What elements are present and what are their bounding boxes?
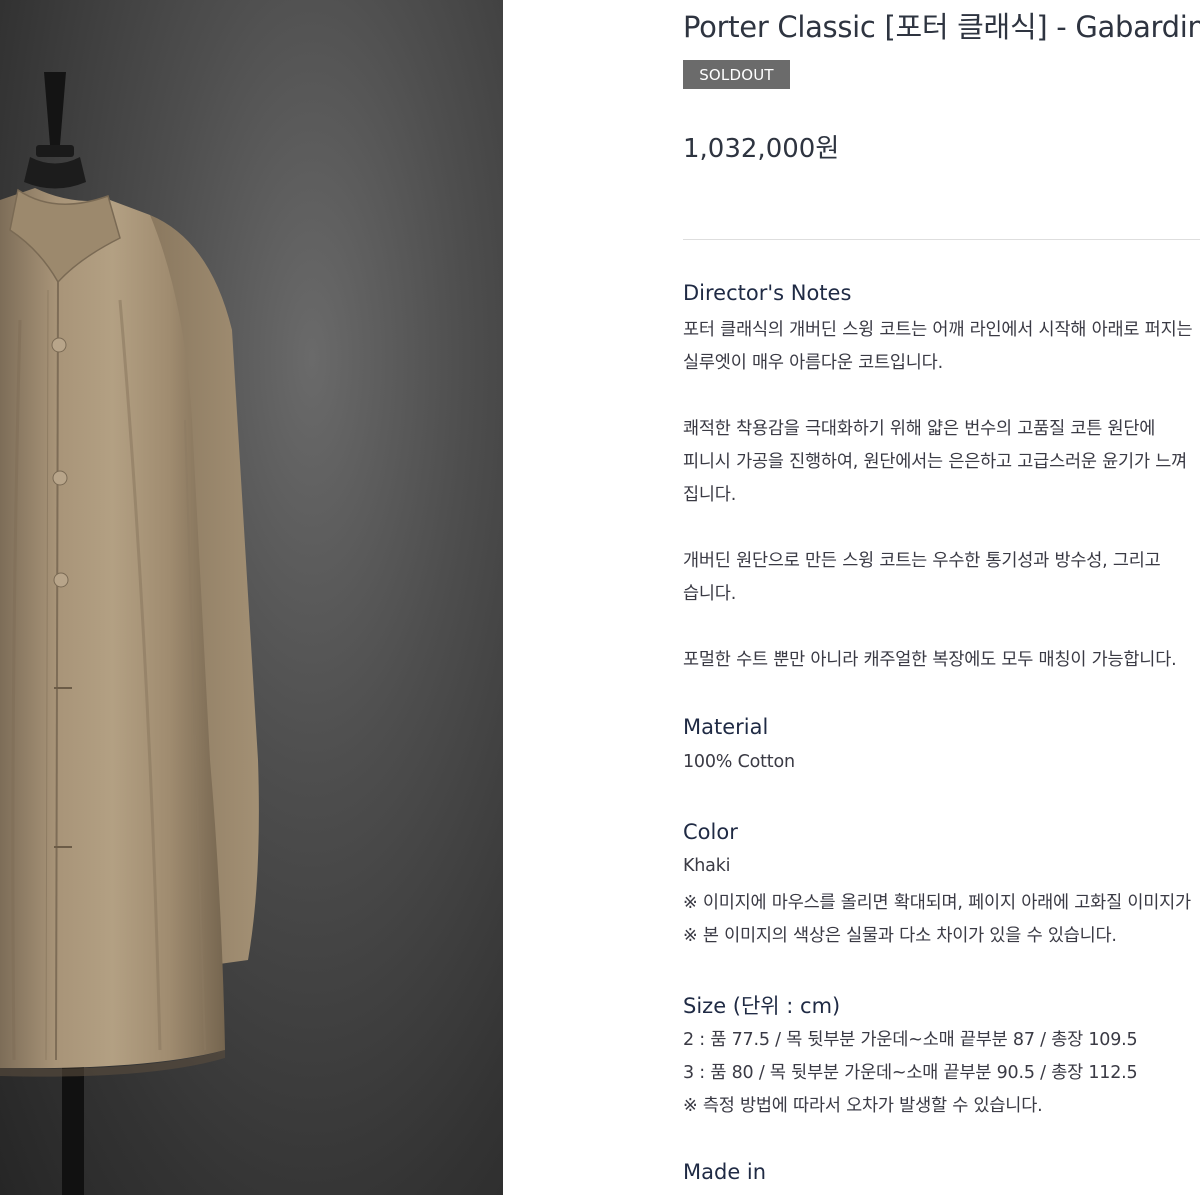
notes-line: 집니다. xyxy=(683,485,737,505)
color-note: ※ 본 이미지의 색상은 실물과 다소 차이가 있을 수 있습니다. xyxy=(683,926,1117,946)
material-heading: Material xyxy=(683,715,769,739)
coat-button xyxy=(51,337,67,353)
mannequin-pole xyxy=(62,1060,84,1195)
notes-line: 개버딘 원단으로 만든 스윙 코트는 우수한 통기성과 방수성, 그리고 xyxy=(683,551,1161,571)
coat-button xyxy=(52,470,68,486)
mannequin-neck xyxy=(24,157,86,189)
color-note: ※ 이미지에 마우스를 올리면 확대되며, 페이지 아래에 고화질 이미지가 xyxy=(683,893,1191,913)
notes-line: 피니시 가공을 진행하여, 원단에서는 은은하고 고급스러운 윤기가 느껴 xyxy=(683,452,1188,472)
mannequin-finial xyxy=(44,72,66,145)
product-image[interactable] xyxy=(0,0,503,1195)
color-value: Khaki xyxy=(683,856,731,876)
material-value: 100% Cotton xyxy=(683,752,795,772)
notes-line: 포멀한 수트 뿐만 아니라 캐주얼한 복장에도 모두 매칭이 가능합니다. xyxy=(683,650,1177,670)
soldout-badge: SOLDOUT xyxy=(683,60,790,89)
notes-line: 포터 클래식의 개버딘 스윙 코트는 어깨 라인에서 시작해 아래로 퍼지는 xyxy=(683,320,1193,340)
divider xyxy=(683,239,1200,240)
product-info: Porter Classic [포터 클래식] - Gabardine Swin… xyxy=(683,0,1200,1200)
notes-line: 습니다. xyxy=(683,584,737,604)
directors-notes-heading: Director's Notes xyxy=(683,281,852,305)
made-in-heading: Made in xyxy=(683,1160,767,1184)
size-note: ※ 측정 방법에 따라서 오차가 발생할 수 있습니다. xyxy=(683,1096,1043,1116)
notes-line: 실루엣이 매우 아름다운 코트입니다. xyxy=(683,353,943,373)
size-row: 2 : 품 77.5 / 목 뒷부분 가운데~소매 끝부분 87 / 총장 10… xyxy=(683,1030,1138,1050)
product-title: Porter Classic [포터 클래식] - Gabardine Swin… xyxy=(683,10,1200,44)
size-row: 3 : 품 80 / 목 뒷부분 가운데~소매 끝부분 90.5 / 총장 11… xyxy=(683,1063,1138,1083)
size-heading: Size (단위 : cm) xyxy=(683,994,841,1018)
coat-photo xyxy=(0,72,259,1195)
mannequin-neck-cap xyxy=(36,145,74,157)
color-heading: Color xyxy=(683,820,738,844)
product-price: 1,032,000원 xyxy=(683,134,840,164)
coat-button xyxy=(53,572,69,588)
notes-line: 쾌적한 착용감을 극대화하기 위해 얇은 번수의 고품질 코튼 원단에 xyxy=(683,419,1156,439)
